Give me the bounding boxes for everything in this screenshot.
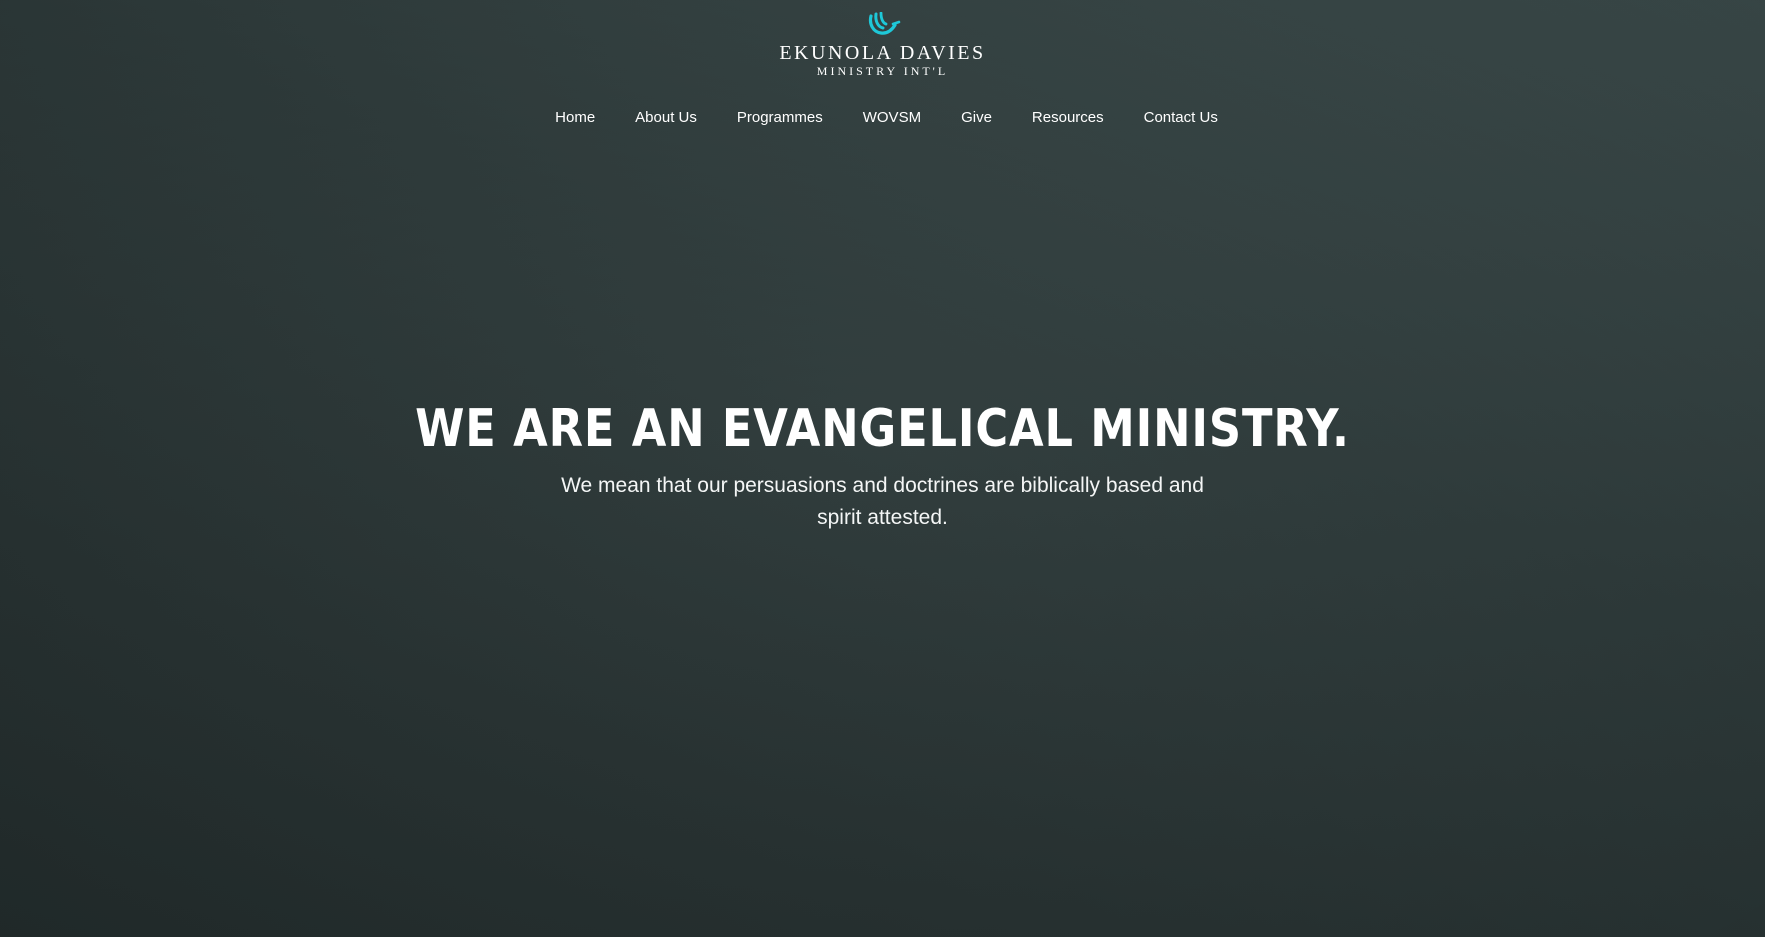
main-navigation: Home About Us Programmes WOVSM Give Reso… [0, 106, 1765, 130]
nav-item-home[interactable]: Home [555, 106, 595, 130]
nav-item-contact-us[interactable]: Contact Us [1144, 106, 1218, 130]
hero-section: WE ARE AN EVANGELICAL MINISTRY. We mean … [0, 396, 1765, 534]
hero-title: WE ARE AN EVANGELICAL MINISTRY. [415, 399, 1350, 459]
nav-item-programmes[interactable]: Programmes [737, 106, 823, 130]
brand-name: Ekunola Davies [779, 42, 986, 64]
nav-item-wovsm[interactable]: WOVSM [863, 106, 921, 130]
nav-item-give[interactable]: Give [961, 106, 992, 130]
nav-item-resources[interactable]: Resources [1032, 106, 1104, 130]
brand-subtitle: Ministry Int'l [816, 64, 949, 78]
nav-item-about-us[interactable]: About Us [635, 106, 697, 130]
hero-subtitle: We mean that our persuasions and doctrin… [561, 474, 1204, 529]
site-logo[interactable]: Ekunola Davies Ministry Int'l [773, 12, 993, 82]
hands-icon [868, 12, 900, 35]
site-header: Ekunola Davies Ministry Int'l Home About… [0, 0, 1765, 140]
